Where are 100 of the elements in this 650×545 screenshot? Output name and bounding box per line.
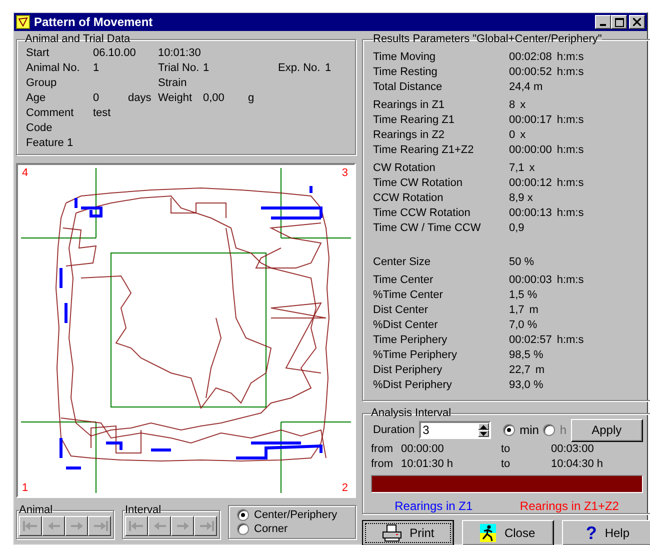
zone-mode-radio[interactable]: Corner <box>237 523 347 535</box>
group-title: Animal and Trial Data <box>25 33 130 45</box>
running-figure-icon <box>480 524 496 542</box>
range-time: 10:01:30 h <box>401 458 454 470</box>
group-title: Results Parameters "Global+Center/Periphery" <box>373 33 602 45</box>
corner-number: 3 <box>342 167 348 179</box>
result-unit: h:m:s <box>556 274 584 286</box>
result-label: Total Distance <box>373 80 444 92</box>
result-value: 00:00:00 <box>509 144 552 156</box>
result-label: CW Rotation <box>373 162 436 174</box>
field-text: 1 <box>203 62 210 74</box>
field-text: Weight <box>158 92 192 104</box>
app-icon <box>16 15 30 29</box>
result-value: 7,1 <box>509 162 524 174</box>
result-unit: h:m:s <box>556 176 584 188</box>
result-label: %Dist Center <box>373 318 439 330</box>
zone-mode-radio[interactable]: Center/Periphery <box>237 509 347 521</box>
legend-label: Rearings in Z1+Z2 <box>520 499 619 513</box>
field-text: Comment <box>26 107 74 119</box>
result-label: Dist Center <box>373 304 430 316</box>
arrow-bar-left-icon <box>128 521 144 531</box>
printer-icon <box>382 524 402 542</box>
arrow-left-icon <box>152 521 168 531</box>
result-value: 93,0 % <box>509 378 544 390</box>
result-value: 7,0 % <box>509 318 538 330</box>
result-unit: h:m:s <box>556 334 584 346</box>
result-value: 00:00:17 <box>509 114 552 126</box>
result-label: Time Periphery <box>373 334 448 346</box>
result-value: 24,4 m <box>509 80 543 92</box>
result-value: 00:02:08 <box>509 50 552 62</box>
result-unit: x <box>520 128 526 140</box>
result-label: Dist Periphery <box>373 364 444 376</box>
range-label: from <box>371 458 394 470</box>
range-time: 10:04:30 h <box>551 458 603 470</box>
result-unit: h:m:s <box>556 114 584 126</box>
range-label: to <box>501 442 512 454</box>
field-text: Feature 1 <box>26 137 74 149</box>
group-title: Interval <box>125 504 162 516</box>
field-text: test <box>93 107 111 119</box>
result-unit: x <box>529 162 535 174</box>
result-unit: m <box>529 304 538 316</box>
apply-button[interactable]: Apply <box>570 418 643 442</box>
result-label: Time Moving <box>373 50 437 62</box>
window-title: Pattern of Movement <box>34 15 154 29</box>
field-text: 1 <box>93 62 100 74</box>
field-text: Exp. No. <box>278 62 320 74</box>
result-unit: m <box>535 364 545 376</box>
range-label: from <box>371 442 394 454</box>
close-button[interactable]: Close <box>462 520 554 545</box>
result-label: Time Rearing Z1+Z2 <box>373 144 475 156</box>
legend-label: Rearings in Z1 <box>394 499 473 513</box>
arrow-bar-right-icon <box>198 521 214 531</box>
result-unit: h:m:s <box>556 50 584 62</box>
help-button[interactable]: ? Help <box>562 520 650 545</box>
result-label: %Dist Periphery <box>373 378 453 390</box>
field-text: 0 <box>93 92 100 104</box>
maximize-button[interactable] <box>611 15 627 29</box>
range-time: 00:00:00 <box>401 442 445 454</box>
arrow-bar-left-icon <box>22 521 38 531</box>
close-window-button[interactable] <box>629 15 645 29</box>
result-value: 00:00:13 <box>509 206 552 218</box>
result-value: 0,9 <box>509 222 524 234</box>
range-time: 00:03:00 <box>551 442 594 454</box>
result-label: CCW Rotation <box>373 192 444 204</box>
result-unit: h:m:s <box>556 144 584 156</box>
field-text: 10:01:30 <box>158 47 201 59</box>
field-text: Animal No. <box>26 62 80 74</box>
result-value: 98,5 % <box>509 348 544 360</box>
print-button[interactable]: Print <box>362 520 454 545</box>
field-text: Strain <box>158 77 187 89</box>
result-value: 1,5 % <box>509 288 538 300</box>
close-icon <box>633 18 641 26</box>
field-text: g <box>248 92 254 104</box>
field-text: Group <box>26 77 57 89</box>
result-label: Time Rearing Z1 <box>373 114 456 126</box>
result-label: %Time Periphery <box>373 348 458 360</box>
result-label: Center Size <box>373 256 432 268</box>
range-label: to <box>501 458 512 470</box>
group-title: Animal <box>19 504 53 516</box>
result-unit: h:m:s <box>556 206 584 218</box>
help-icon: ? <box>586 524 597 542</box>
corner-number: 1 <box>22 482 28 494</box>
corner-number: 2 <box>342 482 348 494</box>
result-value: 22,7 <box>509 364 530 376</box>
arrow-right-icon <box>174 521 190 531</box>
result-value: 00:00:03 <box>509 274 552 286</box>
result-value: 00:00:52 <box>509 66 552 78</box>
result-value: 8,9 x <box>509 192 533 204</box>
result-value: 1,7 <box>509 304 524 316</box>
result-value: 8 <box>509 98 516 110</box>
result-label: Time CW Rotation <box>373 176 464 188</box>
result-value: 0 <box>509 128 516 140</box>
corner-number: 4 <box>22 167 28 179</box>
minimize-button[interactable] <box>595 15 611 29</box>
field-text: 06.10.00 <box>93 47 136 59</box>
unit-radio[interactable]: min <box>502 423 539 437</box>
field-text: Trial No. <box>158 62 200 74</box>
result-label: Time CCW Rotation <box>373 206 472 218</box>
result-label: Time CW / Time CCW <box>373 222 482 234</box>
duration-label: Duration <box>373 424 415 436</box>
